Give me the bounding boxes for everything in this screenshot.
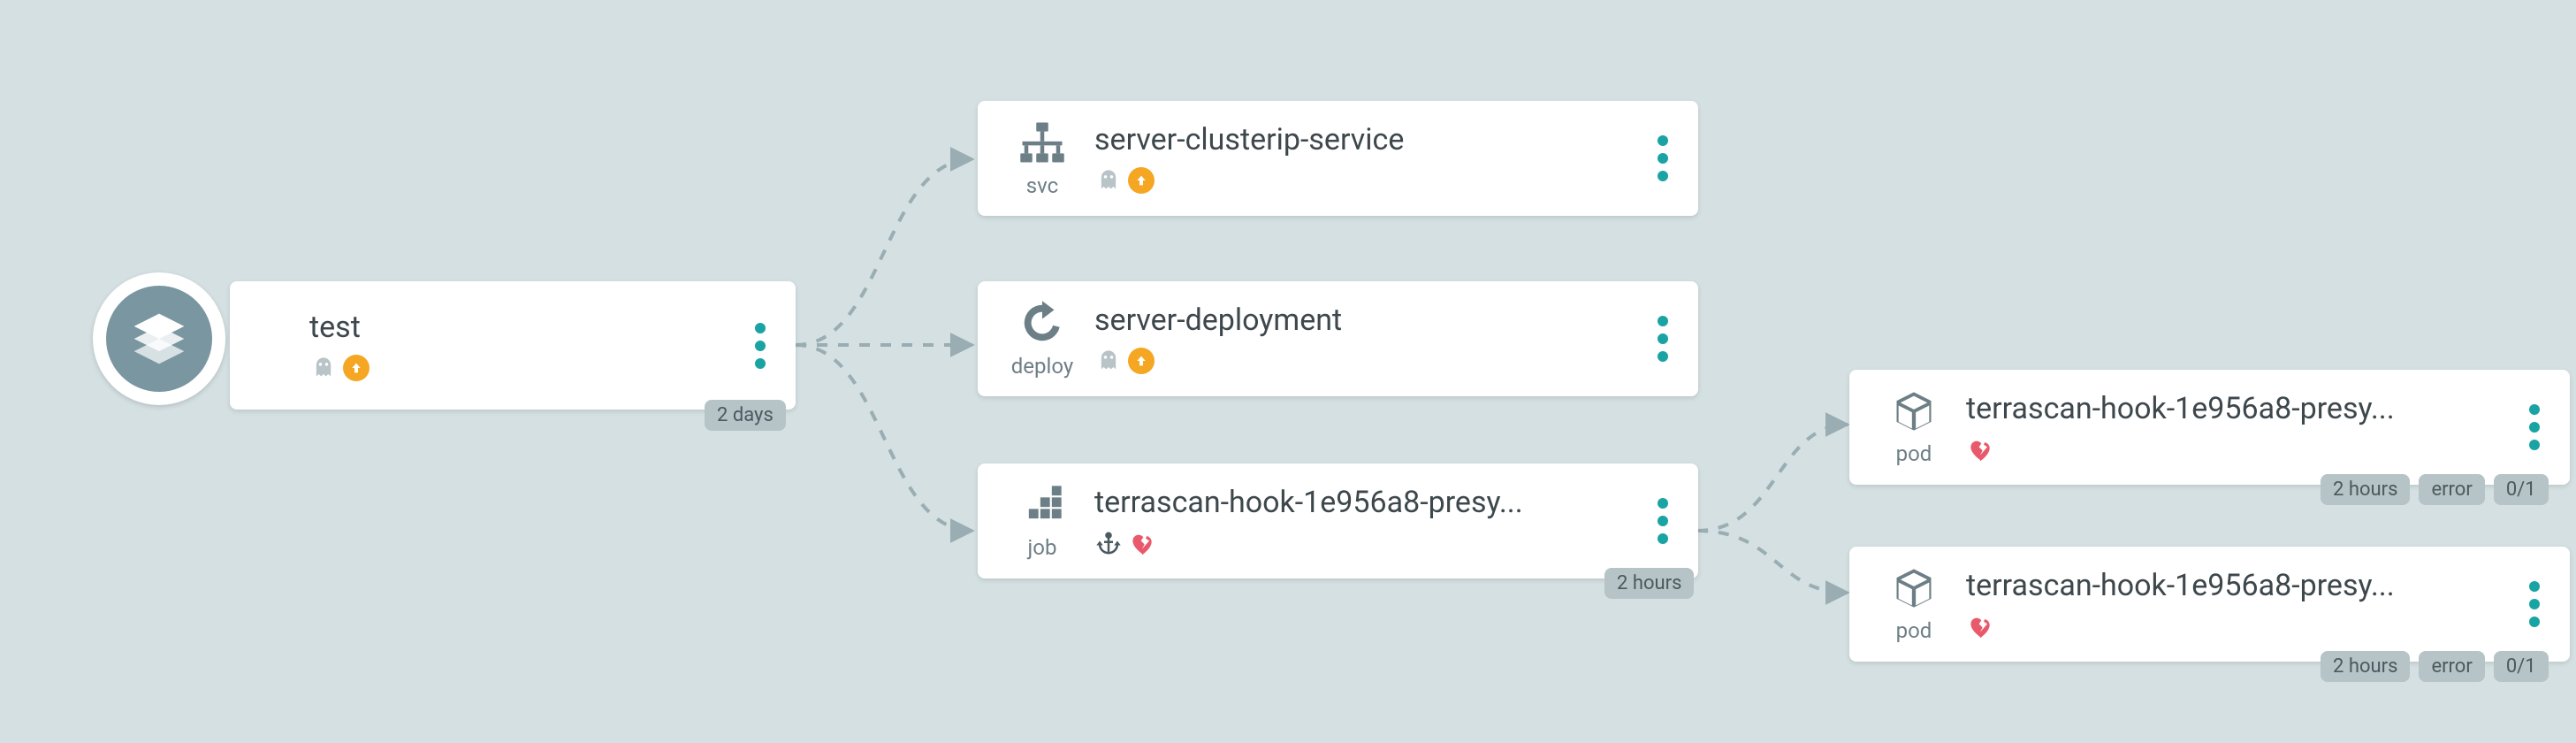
- ghost-icon: [309, 354, 338, 382]
- pod-icon: [1888, 565, 1940, 615]
- pod-status-icons: [1966, 435, 2515, 463]
- broken-heart-icon: [1128, 529, 1156, 557]
- arrow-up-icon: [1128, 348, 1155, 374]
- app-menu-button[interactable]: [741, 315, 780, 377]
- job-icon: [1016, 482, 1069, 532]
- deploy-icon: [1015, 299, 1070, 350]
- resource-name: server-clusterip-service: [1094, 122, 1643, 157]
- broken-heart-icon: [1966, 435, 1994, 463]
- kind-label: pod: [1896, 441, 1932, 466]
- resource-menu-button[interactable]: [1643, 490, 1682, 552]
- resource-name: terrascan-hook-1e956a8-presy...: [1094, 485, 1643, 520]
- resource-card-job[interactable]: job terrascan-hook-1e956a8-presy...: [978, 463, 1698, 578]
- chip-age: 2 hours: [2321, 474, 2410, 505]
- anchor-icon: [1094, 529, 1123, 557]
- pod-icon: [1888, 388, 1940, 438]
- chip-status: error: [2419, 651, 2484, 682]
- chip-ready: 0/1: [2494, 651, 2549, 682]
- pod-menu-button[interactable]: [2515, 573, 2554, 635]
- resource-status-icons: [1094, 529, 1643, 557]
- pod-chips: 2 hours error 0/1: [2321, 474, 2549, 505]
- arrow-up-icon: [1128, 167, 1155, 194]
- arrow-up-icon: [343, 355, 370, 381]
- kind-label: deploy: [1011, 354, 1073, 379]
- pod-chips: 2 hours error 0/1: [2321, 651, 2549, 682]
- kind-label: job: [1028, 535, 1057, 560]
- resource-name: server-deployment: [1094, 303, 1643, 338]
- chip-status: error: [2419, 474, 2484, 505]
- resource-menu-button[interactable]: [1643, 308, 1682, 370]
- service-icon: [1014, 119, 1071, 170]
- app-card[interactable]: test: [230, 281, 796, 410]
- layers-icon: [129, 309, 189, 369]
- kind-label: svc: [1026, 173, 1058, 198]
- pod-card[interactable]: pod terrascan-hook-1e956a8-presy...: [1849, 547, 2570, 662]
- app-name: test: [309, 310, 741, 345]
- job-age-badge: 2 hours: [1604, 568, 1694, 599]
- chip-age: 2 hours: [2321, 651, 2410, 682]
- kind-label: pod: [1896, 618, 1932, 643]
- resource-status-icons: [1094, 166, 1643, 195]
- pod-card[interactable]: pod terrascan-hook-1e956a8-presy...: [1849, 370, 2570, 485]
- resource-menu-button[interactable]: [1643, 127, 1682, 189]
- resource-status-icons: [1094, 347, 1643, 375]
- ghost-icon: [1094, 166, 1123, 195]
- app-age-badge: 2 days: [705, 400, 786, 431]
- app-root-icon: [93, 272, 225, 405]
- broken-heart-icon: [1966, 612, 1994, 640]
- pod-menu-button[interactable]: [2515, 396, 2554, 458]
- ghost-icon: [1094, 347, 1123, 375]
- app-status-icons: [309, 354, 741, 382]
- resource-card-deploy[interactable]: deploy server-deployment: [978, 281, 1698, 396]
- resource-card-svc[interactable]: svc server-clusterip-service: [978, 101, 1698, 216]
- pod-status-icons: [1966, 612, 2515, 640]
- chip-ready: 0/1: [2494, 474, 2549, 505]
- pod-name: terrascan-hook-1e956a8-presy...: [1966, 391, 2515, 426]
- pod-name: terrascan-hook-1e956a8-presy...: [1966, 568, 2515, 603]
